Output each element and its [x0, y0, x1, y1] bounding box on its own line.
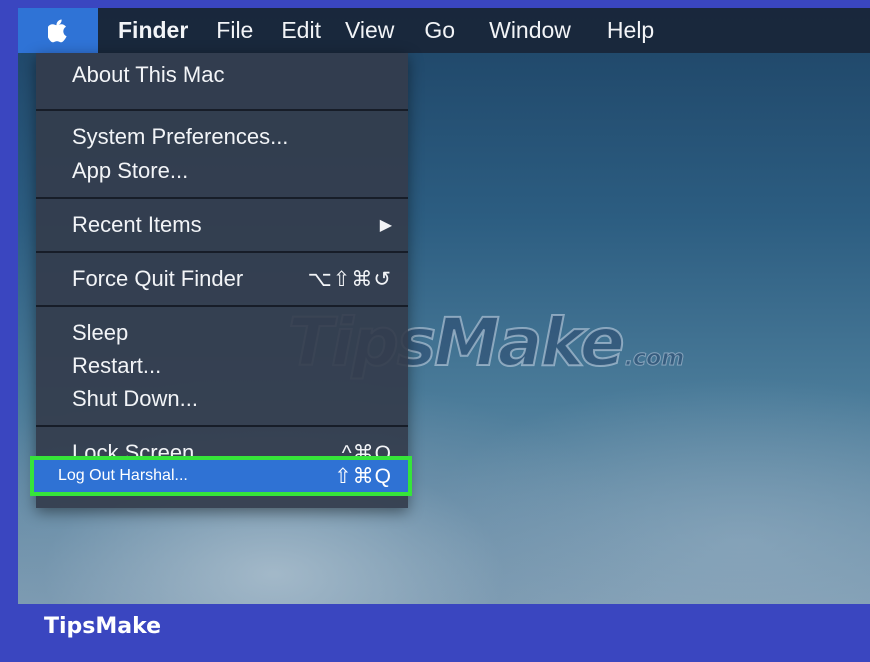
menu-item-label: Restart... [72, 353, 162, 378]
menu-bar: Finder File Edit View Go Window Help [18, 8, 870, 53]
menu-item-label: System Preferences... [72, 124, 289, 149]
apple-dropdown-menu: About This Mac System Preferences... App… [36, 53, 408, 508]
menu-item-sleep[interactable]: Sleep [36, 317, 408, 349]
submenu-arrow-icon: ▶ [379, 217, 392, 234]
menu-help[interactable]: Help [607, 17, 654, 44]
menu-item-label: Shut Down... [72, 386, 198, 411]
menu-item-log-out[interactable]: Log Out Harshal... ⇧⌘Q [34, 460, 408, 492]
menu-view[interactable]: View [345, 17, 394, 44]
menu-file[interactable]: File [216, 17, 253, 44]
menu-item-label: Log Out Harshal... [58, 467, 188, 484]
menu-item-app-store[interactable]: App Store... [36, 155, 408, 187]
log-out-highlight: Log Out Harshal... ⇧⌘Q [30, 456, 412, 496]
menu-separator [36, 109, 408, 111]
menu-item-recent-items[interactable]: Recent Items ▶ [36, 209, 408, 241]
menu-item-shortcut: ⌥⇧⌘↺ [307, 267, 392, 291]
menu-item-about[interactable]: About This Mac [36, 59, 408, 91]
apple-logo-icon [48, 19, 67, 42]
footer-brand: TipsMake [44, 614, 162, 639]
watermark-suffix: .com [624, 346, 685, 372]
menu-separator [36, 305, 408, 307]
menu-item-label: Sleep [72, 320, 129, 345]
menu-edit[interactable]: Edit [281, 17, 321, 44]
menu-item-shut-down[interactable]: Shut Down... [36, 383, 408, 415]
menu-item-label: Force Quit Finder [72, 266, 244, 291]
menu-separator [36, 197, 408, 199]
menu-item-system-preferences[interactable]: System Preferences... [36, 121, 408, 153]
menu-go[interactable]: Go [424, 17, 455, 44]
menu-item-force-quit[interactable]: Force Quit Finder ⌥⇧⌘↺ [36, 263, 408, 295]
menu-item-label: Recent Items [72, 212, 202, 237]
menu-finder[interactable]: Finder [118, 17, 188, 44]
desktop-screenshot: Finder File Edit View Go Window Help Tip… [18, 8, 870, 604]
apple-menu-button[interactable] [18, 8, 98, 53]
menu-item-label: About This Mac [72, 62, 225, 87]
menu-separator [36, 425, 408, 427]
menu-item-restart[interactable]: Restart... [36, 350, 408, 382]
menu-separator [36, 251, 408, 253]
menu-item-label: App Store... [72, 158, 189, 183]
menu-item-shortcut: ⇧⌘Q [334, 464, 392, 488]
menu-window[interactable]: Window [489, 17, 571, 44]
